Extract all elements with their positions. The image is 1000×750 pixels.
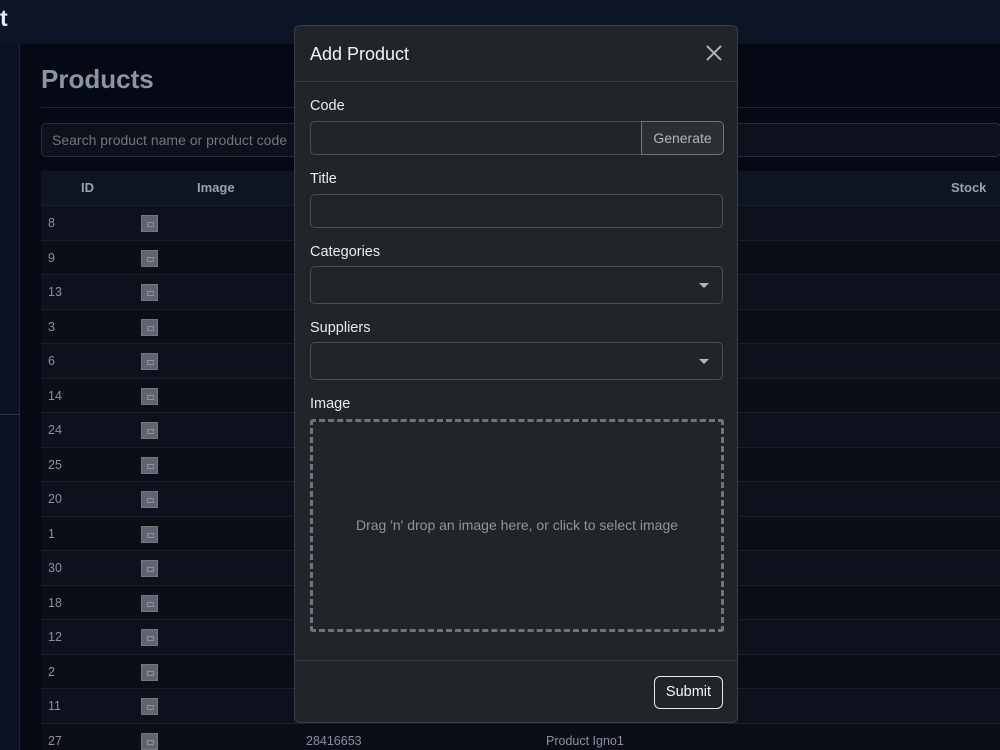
cell-id: 8 — [48, 216, 55, 230]
product-thumbnail-icon — [141, 387, 158, 405]
title-field[interactable] — [310, 194, 723, 228]
cell-id: 2 — [48, 664, 55, 679]
cell-id: 18 — [48, 595, 62, 610]
image-dropzone[interactable]: Drag 'n' drop an image here, or click to… — [310, 419, 724, 632]
cell-id: 20 — [48, 492, 62, 506]
suppliers-select[interactable] — [310, 342, 723, 380]
product-thumbnail-icon — [141, 629, 158, 646]
cell-code: 28416653 — [306, 733, 362, 748]
submit-button[interactable]: Submit — [654, 676, 723, 709]
table-row[interactable]: 27 28416653 Product Igno1 — [41, 722, 1000, 750]
close-icon[interactable] — [703, 42, 725, 64]
title-label: Title — [310, 171, 337, 187]
generate-button[interactable]: Generate — [641, 121, 724, 155]
categories-select[interactable] — [310, 266, 723, 304]
product-thumbnail-icon — [141, 594, 158, 612]
sidebar — [0, 44, 20, 750]
cell-id: 25 — [48, 457, 62, 472]
modal-footer: Submit — [295, 660, 737, 722]
cell-id: 24 — [48, 423, 62, 437]
cell-id: 3 — [48, 319, 55, 334]
cell-id: 27 — [48, 733, 62, 748]
cell-id: 30 — [48, 561, 62, 575]
chevron-down-icon — [699, 283, 709, 288]
product-thumbnail-icon — [141, 284, 158, 301]
categories-label: Categories — [310, 244, 381, 260]
code-label: Code — [310, 98, 345, 114]
product-thumbnail-icon — [141, 249, 158, 267]
cell-id: 9 — [48, 250, 55, 265]
image-label: Image — [310, 396, 351, 412]
column-header-image[interactable]: Image — [197, 180, 235, 195]
modal-title: Add Product — [310, 44, 410, 64]
product-thumbnail-icon — [141, 353, 158, 370]
code-field[interactable] — [310, 121, 642, 155]
dropzone-text: Drag 'n' drop an image here, or click to… — [355, 517, 679, 533]
column-header-id[interactable]: ID — [81, 180, 94, 195]
column-header-stock[interactable]: Stock — [951, 180, 986, 195]
product-thumbnail-icon — [141, 663, 158, 681]
product-thumbnail-icon — [141, 318, 158, 336]
chevron-down-icon — [699, 359, 709, 364]
product-thumbnail-icon — [141, 491, 158, 508]
cell-name: Product Igno1 — [546, 733, 624, 748]
cell-id: 13 — [48, 285, 62, 299]
product-thumbnail-icon — [141, 560, 158, 577]
cell-id: 11 — [48, 699, 61, 713]
page-title: Products — [41, 64, 154, 94]
product-thumbnail-icon — [141, 525, 158, 543]
product-thumbnail-icon — [141, 422, 158, 439]
add-product-modal: Add Product Code Generate Title Categori… — [294, 25, 738, 723]
cell-id: 12 — [48, 630, 62, 644]
product-thumbnail-icon — [141, 215, 158, 232]
modal-header: Add Product — [295, 26, 737, 82]
cell-id: 1 — [48, 526, 55, 541]
product-thumbnail-icon — [141, 456, 158, 474]
app-brand[interactable]: t — [0, 5, 8, 32]
sidebar-divider — [0, 414, 20, 415]
product-thumbnail-icon — [141, 698, 158, 715]
cell-id: 14 — [48, 388, 62, 403]
suppliers-label: Suppliers — [310, 320, 371, 336]
product-thumbnail-icon — [141, 732, 158, 750]
cell-id: 6 — [48, 354, 55, 368]
